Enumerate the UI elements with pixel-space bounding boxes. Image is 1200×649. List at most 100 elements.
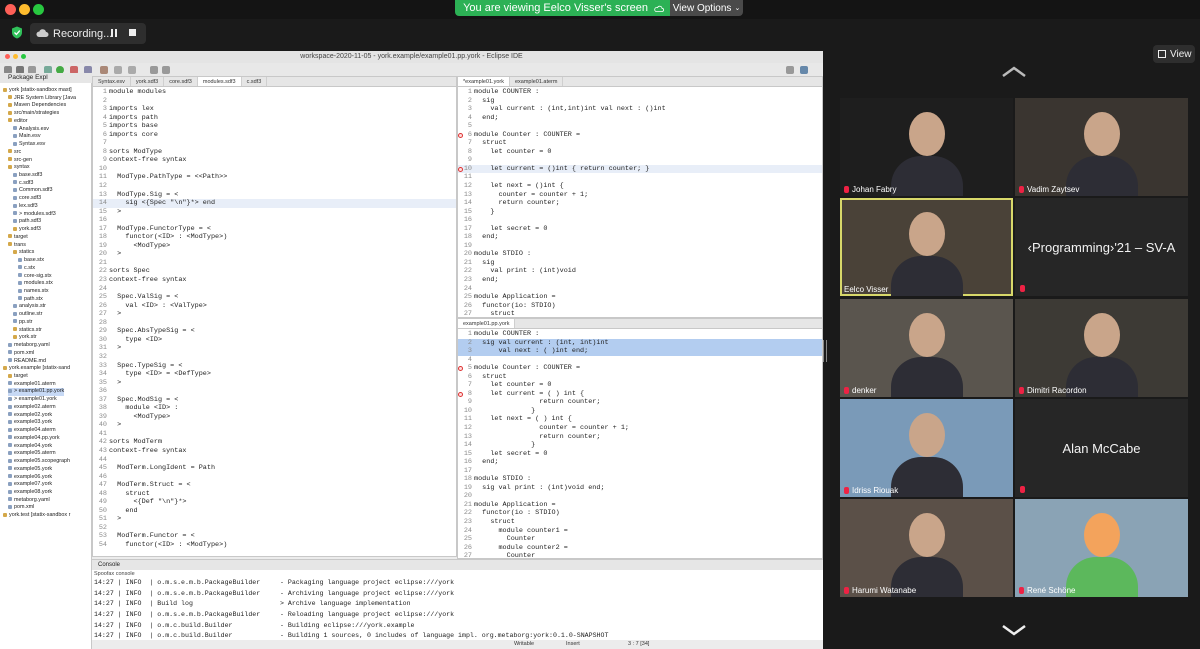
- participant-tile[interactable]: Vadim Zaytsev: [1015, 98, 1188, 196]
- tree-item[interactable]: src/main/strategies: [8, 110, 59, 118]
- participant-tile[interactable]: René Schöne: [1015, 499, 1188, 597]
- tree-item[interactable]: pom.xml: [8, 350, 34, 358]
- tree-item[interactable]: Common.sdf3: [13, 187, 53, 195]
- tree-item[interactable]: example02.york: [8, 412, 52, 420]
- editor-tab[interactable]: example01.aterm: [510, 77, 564, 86]
- tree-item[interactable]: pp.str: [13, 319, 32, 327]
- stop-icon[interactable]: [129, 29, 136, 36]
- participant-tile[interactable]: Johan Fabry: [840, 98, 1013, 196]
- open-type-icon[interactable]: [114, 66, 122, 74]
- tree-item[interactable]: target: [8, 234, 28, 242]
- pause-icon[interactable]: [111, 29, 117, 37]
- view-options-button[interactable]: View Options ⌄: [670, 0, 743, 16]
- tree-item[interactable]: york.test [statix-sandbox r: [3, 512, 70, 520]
- participant-tile[interactable]: ‹Programming›'21 – SV-A: [1015, 198, 1188, 296]
- tree-item[interactable]: example08.york: [8, 489, 52, 497]
- participant-tile[interactable]: Harumi Watanabe: [840, 499, 1013, 597]
- tree-item[interactable]: > example01.pp.york: [8, 388, 65, 397]
- eclipse-close-button[interactable]: [5, 54, 10, 59]
- back-icon[interactable]: [150, 66, 158, 74]
- eclipse-minimize-button[interactable]: [13, 54, 18, 59]
- maximize-window-button[interactable]: [33, 4, 44, 15]
- error-marker-icon[interactable]: [458, 166, 463, 172]
- tree-item[interactable]: example05.york: [8, 466, 52, 474]
- tree-item[interactable]: statics.str: [13, 327, 42, 335]
- tree-item[interactable]: Syntax.esv: [13, 141, 45, 149]
- tree-item[interactable]: lex.sdf3: [13, 203, 38, 211]
- forward-icon[interactable]: [162, 66, 170, 74]
- tree-item[interactable]: outline.str: [13, 311, 42, 319]
- perspective-icon[interactable]: [800, 66, 808, 74]
- toggle-icon[interactable]: [128, 66, 136, 74]
- participant-tile[interactable]: denker: [840, 299, 1013, 397]
- editor-tab[interactable]: example01.pp.york: [458, 319, 516, 328]
- tree-item[interactable]: > modules.sdf3: [13, 211, 56, 219]
- tree-item[interactable]: Maven Dependencies: [8, 102, 66, 110]
- tree-item[interactable]: example07.york: [8, 481, 52, 489]
- tree-item[interactable]: example04.aterm: [8, 427, 56, 435]
- tree-item[interactable]: york.str: [13, 334, 37, 342]
- participant-tile[interactable]: Alan McCabe: [1015, 399, 1188, 497]
- error-marker-icon[interactable]: [458, 132, 463, 138]
- tree-item[interactable]: syntax: [8, 164, 30, 172]
- tree-item[interactable]: analysis.str: [13, 303, 46, 311]
- editor-tab[interactable]: Syntax.esv: [93, 77, 131, 86]
- editor-tab[interactable]: core.sdf3: [164, 77, 198, 86]
- tree-item[interactable]: names.stx: [18, 288, 49, 296]
- tree-item[interactable]: example02.aterm: [8, 404, 56, 412]
- tree-item[interactable]: c.sdf3: [13, 180, 33, 188]
- error-marker-icon[interactable]: [458, 391, 463, 397]
- tree-item[interactable]: metaborg.yaml: [8, 342, 50, 350]
- tree-item[interactable]: src-gen: [8, 157, 32, 165]
- splitter-handle[interactable]: [823, 340, 827, 362]
- tree-item[interactable]: york [statix-sandbox mast]: [3, 87, 72, 95]
- editor-tab[interactable]: *example01.york: [458, 77, 510, 86]
- tree-item[interactable]: base.stx: [18, 257, 44, 265]
- tree-item[interactable]: trans: [8, 242, 26, 250]
- tree-item[interactable]: york.example [statix-sand: [3, 365, 70, 373]
- chevron-up-icon[interactable]: [1001, 66, 1027, 78]
- tree-item[interactable]: modules.stx: [18, 280, 53, 288]
- editor-tab[interactable]: c.sdf3: [242, 77, 268, 86]
- eclipse-maximize-button[interactable]: [21, 54, 26, 59]
- tree-item[interactable]: README.md: [8, 358, 46, 366]
- tree-item[interactable]: path.stx: [18, 296, 43, 304]
- tree-item[interactable]: example04.york: [8, 443, 52, 451]
- editor-tab[interactable]: modules.sdf3: [197, 77, 242, 86]
- package-explorer-tab[interactable]: Package Expl: [0, 73, 92, 83]
- tree-item[interactable]: src: [8, 149, 21, 157]
- tree-item[interactable]: c.stx: [18, 265, 35, 273]
- tree-item[interactable]: pom.xml: [8, 504, 34, 512]
- tree-item[interactable]: york.sdf3: [13, 226, 41, 234]
- tree-item[interactable]: example05.scopegraph: [8, 458, 70, 466]
- example01-york-code[interactable]: 1 module COUNTER :2 sig 3 val current : (i…: [458, 88, 822, 319]
- minimize-window-button[interactable]: [19, 4, 30, 15]
- tree-item[interactable]: example04.pp.york: [8, 435, 60, 443]
- participant-tile[interactable]: Eelco Visser: [840, 198, 1013, 296]
- tree-item[interactable]: Main.esv: [13, 133, 41, 141]
- modules-sdf3-code[interactable]: 1 module modules 2 3 imports lex 4 imports pat…: [93, 88, 456, 550]
- tree-item[interactable]: base.sdf3: [13, 172, 42, 180]
- tree-item[interactable]: JRE System Library [Java: [8, 95, 76, 103]
- tree-item[interactable]: example01.aterm: [8, 381, 56, 389]
- search-toolbar-icon[interactable]: [786, 66, 794, 74]
- participant-tile[interactable]: Dimitri Racordon: [1015, 299, 1188, 397]
- tree-item[interactable]: statics: [13, 249, 34, 257]
- tree-item[interactable]: example06.york: [8, 474, 52, 482]
- tree-item[interactable]: Analysis.esv: [13, 126, 49, 134]
- console-tab[interactable]: Console: [98, 562, 120, 568]
- tree-item[interactable]: core.sdf3: [13, 195, 41, 203]
- tree-item[interactable]: example03.york: [8, 419, 52, 427]
- example01-pp-york-code[interactable]: 1 module COUNTER :2 sig val current : (in…: [458, 330, 822, 561]
- participant-tile[interactable]: Idriss Riouak: [840, 399, 1013, 497]
- tree-item[interactable]: path.sdf3: [13, 218, 41, 226]
- tree-item[interactable]: > example01.york: [8, 396, 57, 404]
- editor-tab[interactable]: york.sdf3: [131, 77, 165, 86]
- external-tools-icon[interactable]: [100, 66, 108, 74]
- tree-item[interactable]: editor: [8, 118, 28, 126]
- tree-item[interactable]: core-sig.stx: [18, 273, 52, 281]
- close-window-button[interactable]: [5, 4, 16, 15]
- tree-item[interactable]: target: [8, 373, 28, 381]
- tree-item[interactable]: example05.aterm: [8, 450, 56, 458]
- tree-item[interactable]: metaborg.yaml: [8, 497, 50, 505]
